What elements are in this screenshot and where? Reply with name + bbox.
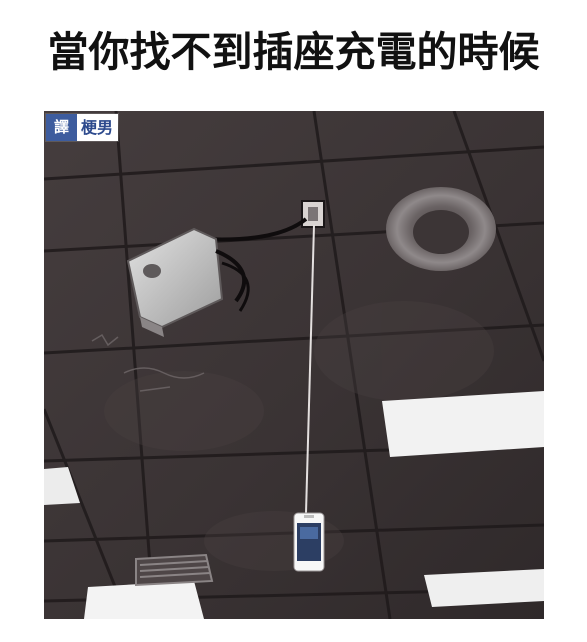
watermark: 譯 梗男 <box>46 114 119 141</box>
meme-photo <box>44 111 544 619</box>
hanging-phone <box>293 512 325 572</box>
ceiling-speaker <box>386 187 496 271</box>
watermark-badge: 譯 <box>46 114 77 141</box>
light-panel-right <box>382 391 544 457</box>
meme-caption: 當你找不到插座充電的時候 <box>47 28 540 76</box>
ceiling-outlet <box>301 200 325 228</box>
air-vent <box>135 553 214 587</box>
light-panel-bottom-left <box>84 581 204 619</box>
light-panel-bottom-right <box>424 569 544 607</box>
watermark-text: 梗男 <box>77 114 119 141</box>
